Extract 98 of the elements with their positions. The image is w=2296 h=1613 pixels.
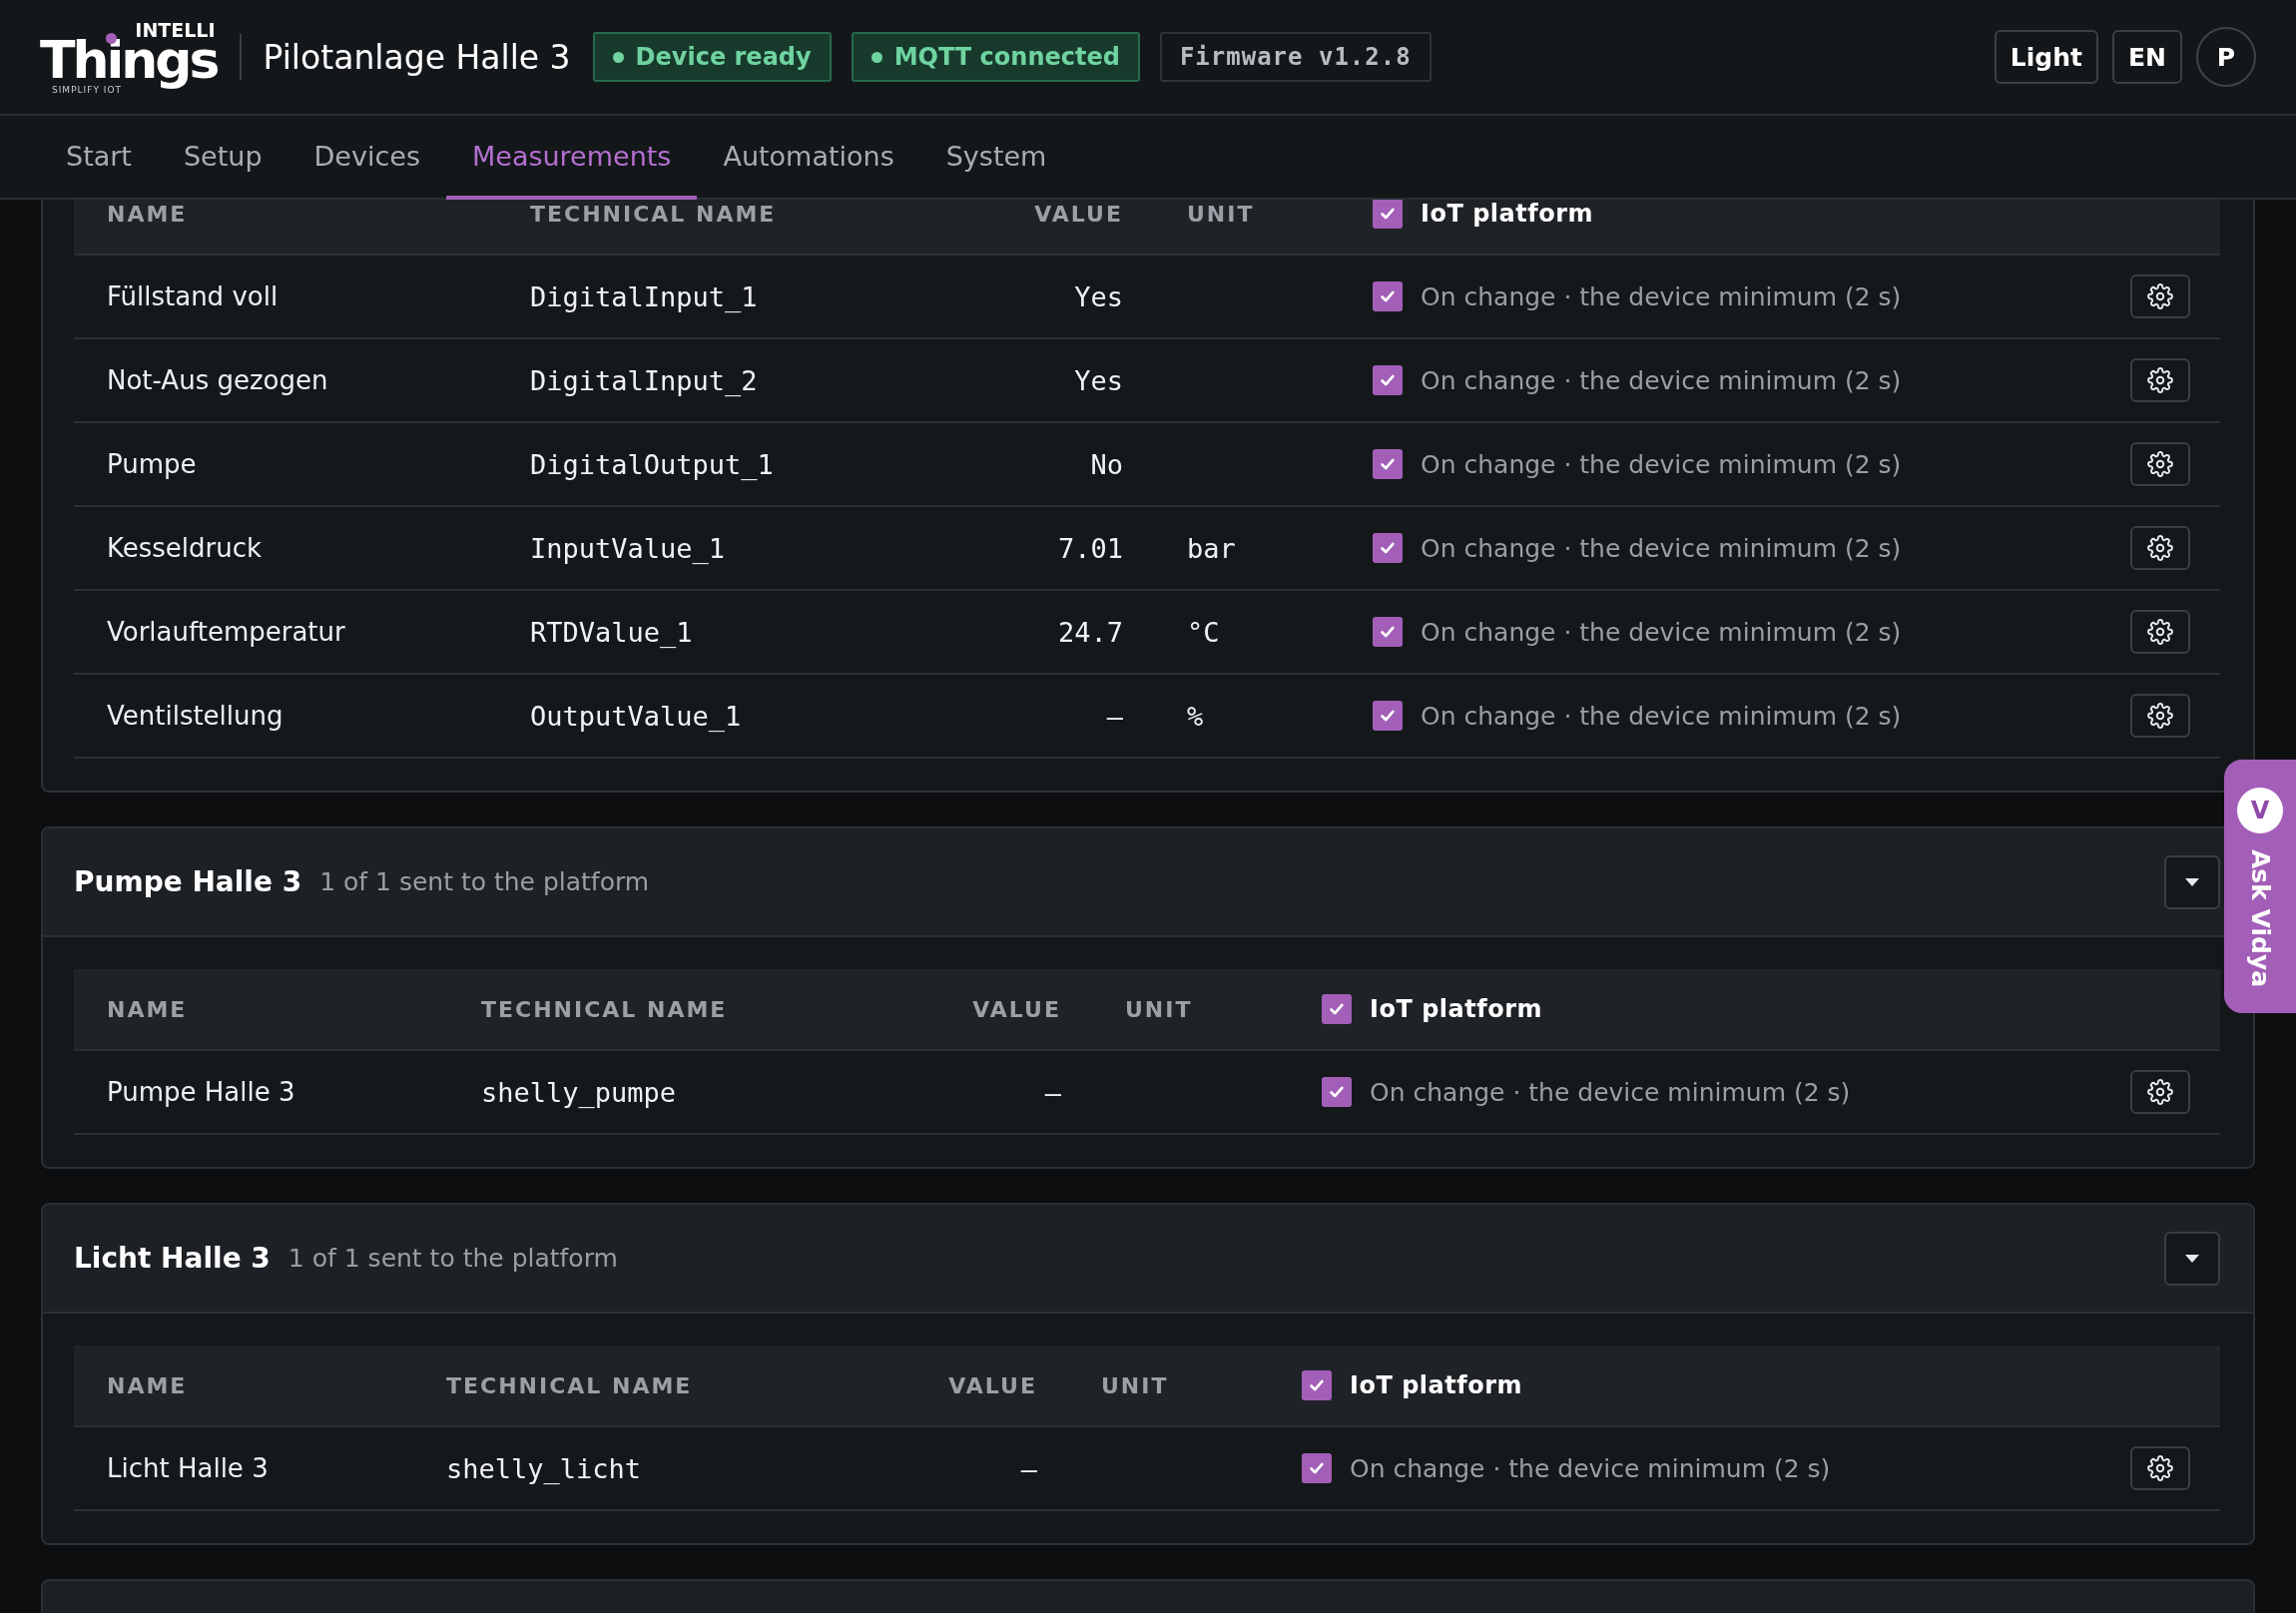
table-cell: Yes (1074, 364, 1123, 396)
nav-tab[interactable]: Automations (697, 116, 920, 200)
table-cell-text: DigitalInput_1 (530, 280, 759, 312)
table-cell: – (1020, 1452, 1037, 1484)
table-cell: Yes (1074, 280, 1123, 312)
settings-button[interactable] (2130, 1070, 2190, 1114)
nav-tab[interactable]: System (919, 116, 1073, 200)
column-header: NAME (106, 1372, 189, 1398)
table-cell-text: Füllstand voll (106, 281, 280, 311)
caret-icon (2185, 877, 2199, 886)
schedule-text: On change · the device minimum (2 s) (1421, 617, 1902, 647)
column-header: VALUE (1034, 201, 1123, 227)
checkbox[interactable] (1373, 533, 1403, 563)
column-header: NAME (106, 996, 189, 1022)
checkbox[interactable] (1302, 1453, 1332, 1483)
assistant-avatar: V (2237, 788, 2283, 833)
logo: INTELLI Things SIMPLIFY IOT (40, 19, 218, 95)
gear-icon (2147, 367, 2173, 393)
device-title: Pilotanlage Halle 3 (263, 37, 571, 77)
table-cell-text: bar (1187, 532, 1237, 564)
table-cell-text: Not-Aus gezogen (106, 365, 329, 395)
checkbox[interactable] (1373, 281, 1403, 311)
header-button[interactable]: EN (2112, 30, 2182, 84)
gear-icon (2147, 535, 2173, 561)
gear-icon (2147, 619, 2173, 645)
schedule-text: On change · the device minimum (2 s) (1421, 449, 1902, 479)
caret-icon (2185, 1254, 2199, 1263)
checkbox[interactable] (1373, 365, 1403, 395)
table-cell: – (1044, 1076, 1061, 1108)
table-cell-text: % (1187, 700, 1205, 732)
column-header: VALUE (972, 996, 1061, 1022)
nav-tab[interactable]: Start (40, 116, 158, 200)
table-cell-text: Vorlauftemperatur (106, 617, 346, 647)
column-header: UNIT (1101, 1372, 1170, 1398)
column-header: TECHNICAL NAME (481, 996, 729, 1022)
checkbox[interactable] (1373, 449, 1403, 479)
settings-button[interactable] (2130, 442, 2190, 486)
column-header: IoT platform (1370, 995, 1542, 1023)
checkbox[interactable] (1373, 200, 1403, 229)
checkbox[interactable] (1302, 1370, 1332, 1400)
table-cell-text: RTDValue_1 (530, 616, 694, 648)
column-header: IoT platform (1421, 200, 1593, 228)
settings-button[interactable] (2130, 526, 2190, 570)
settings-button[interactable] (2130, 610, 2190, 654)
table-cell-text: OutputValue_1 (530, 700, 743, 732)
gear-icon (2147, 703, 2173, 729)
schedule-text: On change · the device minimum (2 s) (1421, 533, 1902, 563)
table-cell-text: shelly_pumpe (481, 1076, 678, 1108)
schedule-text: On change · the device minimum (2 s) (1421, 281, 1902, 311)
table-cell-text: Ventilstellung (106, 701, 285, 731)
column-header: UNIT (1187, 201, 1256, 227)
nav-tab[interactable]: Setup (157, 116, 288, 200)
column-header: TECHNICAL NAME (530, 201, 778, 227)
table-cell: 24.7 (1057, 616, 1123, 648)
column-header: IoT platform (1350, 1371, 1522, 1399)
section-summary: 1 of 1 sent to the platform (287, 1244, 618, 1273)
assistant-button[interactable]: V Ask Vidya (2224, 760, 2296, 1013)
table-cell-text: Pumpe (106, 449, 198, 479)
schedule-text: On change · the device minimum (2 s) (1370, 1077, 1851, 1107)
table-cell: 7.01 (1057, 532, 1123, 564)
column-header: VALUE (948, 1372, 1037, 1398)
settings-button[interactable] (2130, 694, 2190, 738)
firmware-badge: Firmware v1.2.8 (1159, 32, 1432, 82)
checkbox[interactable] (1373, 617, 1403, 647)
gear-icon (2147, 283, 2173, 309)
table-cell-text: Pumpe Halle 3 (106, 1077, 296, 1107)
gear-icon (2147, 451, 2173, 477)
user-avatar[interactable]: P (2196, 27, 2256, 87)
table-cell-text: DigitalInput_2 (530, 364, 759, 396)
schedule-text: On change · the device minimum (2 s) (1350, 1453, 1831, 1483)
table-cell-text: shelly_licht (446, 1452, 643, 1484)
settings-button[interactable] (2130, 274, 2190, 318)
table-cell-text: Licht Halle 3 (106, 1453, 270, 1483)
table-cell-text: °C (1187, 616, 1221, 648)
checkbox[interactable] (1322, 994, 1352, 1024)
gear-icon (2147, 1455, 2173, 1481)
column-header: TECHNICAL NAME (446, 1372, 694, 1398)
column-header: UNIT (1125, 996, 1194, 1022)
table-cell-text: Kesseldruck (106, 533, 264, 563)
table-cell-text: DigitalOutput_1 (530, 448, 775, 480)
checkbox[interactable] (1322, 1077, 1352, 1107)
schedule-text: On change · the device minimum (2 s) (1421, 365, 1902, 395)
header-button[interactable]: Light (1994, 30, 2098, 84)
settings-button[interactable] (2130, 358, 2190, 402)
nav-tab[interactable]: Devices (287, 116, 446, 200)
table-cell: No (1090, 448, 1123, 480)
table-cell-text: InputValue_1 (530, 532, 727, 564)
table-cell: – (1106, 700, 1123, 732)
gear-icon (2147, 1079, 2173, 1105)
section-title: Licht Halle 3 (74, 1242, 271, 1275)
status-badge: MQTT connected (851, 32, 1140, 82)
column-header: NAME (106, 201, 189, 227)
settings-button[interactable] (2130, 1446, 2190, 1490)
section-summary: 1 of 1 sent to the platform (319, 867, 650, 896)
section-title: Pumpe Halle 3 (74, 865, 302, 898)
checkbox[interactable] (1373, 701, 1403, 731)
status-badge: Device ready (592, 32, 832, 82)
schedule-text: On change · the device minimum (2 s) (1421, 701, 1902, 731)
